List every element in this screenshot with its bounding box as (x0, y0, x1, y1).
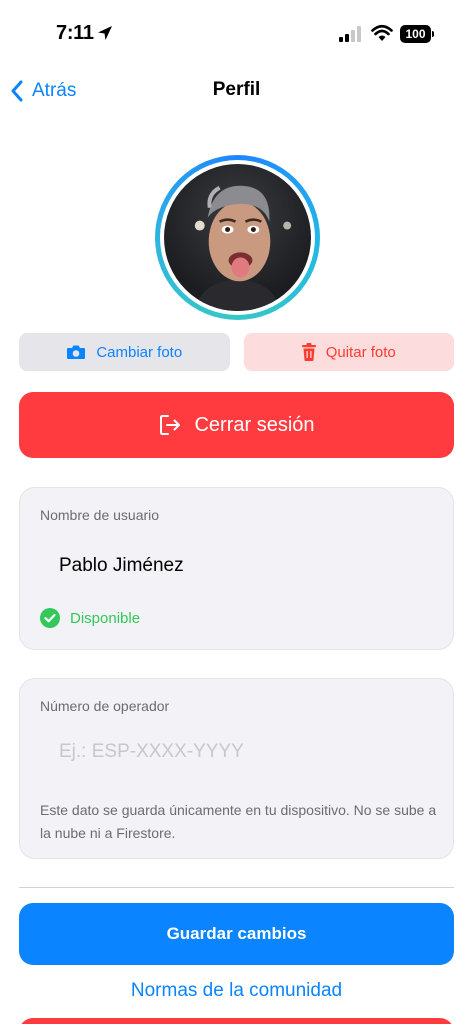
username-card: Nombre de usuario Pablo Jiménez Disponib… (19, 487, 454, 650)
wifi-icon (371, 24, 393, 41)
profile-photo (164, 164, 311, 311)
username-label: Nombre de usuario (40, 507, 160, 523)
battery-icon: 100 (400, 25, 434, 43)
availability-label: Disponible (70, 609, 141, 627)
page-title: Perfil (212, 79, 261, 100)
status-bar: 7:11 100 (0, 0, 473, 62)
operator-number-input[interactable] (59, 741, 429, 763)
location-arrow-icon (98, 26, 112, 40)
operator-note: Este dato se guarda únicamente en tu dis… (40, 802, 437, 841)
avatar[interactable] (155, 155, 320, 320)
checkmark-circle-icon (40, 608, 60, 628)
camera-icon (67, 345, 86, 359)
remove-photo-label: Quitar foto (325, 343, 396, 361)
change-photo-button[interactable]: Cambiar foto (19, 333, 230, 371)
photo-actions: Cambiar foto Quitar foto (19, 333, 454, 371)
navigation-bar: Atrás Perfil (0, 68, 473, 112)
logout-button[interactable]: Cerrar sesión (19, 392, 454, 458)
remove-photo-button[interactable]: Quitar foto (243, 333, 454, 371)
username-field[interactable]: Pablo Jiménez (59, 555, 184, 577)
divider (19, 887, 454, 888)
operator-card: Número de operador Este dato se guarda ú… (19, 678, 454, 859)
operator-label: Número de operador (40, 698, 170, 714)
delete-account-button[interactable] (19, 1018, 454, 1024)
status-time: 7:11 (56, 22, 94, 44)
battery-level: 100 (405, 27, 426, 41)
logout-label: Cerrar sesión (194, 413, 315, 436)
change-photo-label: Cambiar foto (96, 343, 183, 361)
cellular-signal-icon (339, 26, 361, 42)
community-guidelines-link[interactable]: Normas de la comunidad (0, 980, 473, 1002)
save-button[interactable]: Guardar cambios (19, 903, 454, 965)
trash-icon (301, 343, 316, 361)
availability-status: Disponible (40, 608, 140, 628)
logout-icon (160, 415, 181, 435)
